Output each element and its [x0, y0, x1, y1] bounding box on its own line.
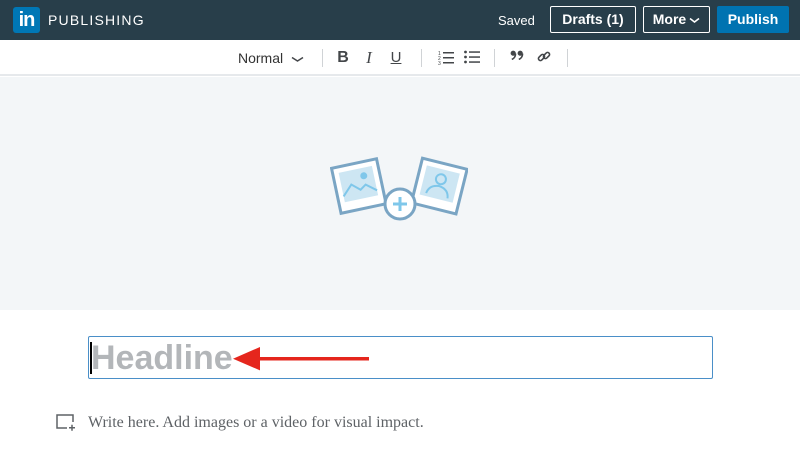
top-bar: in PUBLISHING Saved Drafts (1) More Publ… [0, 0, 800, 40]
more-button[interactable]: More [643, 6, 710, 33]
publish-label: Publish [727, 11, 779, 27]
link-button[interactable] [535, 48, 553, 68]
add-photo-icon[interactable] [330, 153, 468, 223]
linkedin-logo[interactable]: in [13, 7, 40, 33]
annotation-arrow-icon [233, 347, 369, 371]
text-style-select[interactable]: Normal [238, 50, 304, 66]
numbered-list-icon: 1 2 3 [438, 51, 454, 65]
toolbar-divider [567, 49, 568, 67]
quote-button[interactable] [508, 48, 526, 68]
drafts-label: Drafts (1) [562, 11, 624, 27]
toolbar-divider [421, 49, 422, 67]
numbered-list-button[interactable]: 1 2 3 [437, 48, 455, 68]
italic-button[interactable]: I [360, 48, 378, 68]
bulleted-list-icon [464, 50, 480, 64]
toolbar-divider [494, 49, 495, 67]
headline-input[interactable]: Headline [88, 336, 713, 379]
save-status: Saved [498, 13, 535, 28]
brand-title: PUBLISHING [48, 12, 145, 28]
publish-button[interactable]: Publish [717, 6, 789, 33]
chevron-down-icon [291, 56, 304, 62]
bulleted-list-button[interactable] [463, 48, 481, 68]
link-icon [537, 51, 551, 62]
add-media-icon[interactable] [56, 414, 76, 432]
more-label: More [652, 11, 687, 27]
underline-button[interactable]: U [387, 48, 405, 68]
body-text-area[interactable]: Write here. Add images or a video for vi… [88, 414, 424, 432]
svg-text:3: 3 [438, 61, 441, 65]
drafts-button[interactable]: Drafts (1) [550, 6, 636, 33]
quote-icon [510, 50, 524, 60]
bold-button[interactable]: B [334, 48, 352, 68]
headline-placeholder: Headline [91, 339, 233, 377]
toolbar-divider [322, 49, 323, 67]
formatting-toolbar: Normal B I U 1 2 3 [0, 40, 800, 76]
text-style-value: Normal [238, 50, 284, 66]
chevron-down-icon [689, 17, 700, 23]
